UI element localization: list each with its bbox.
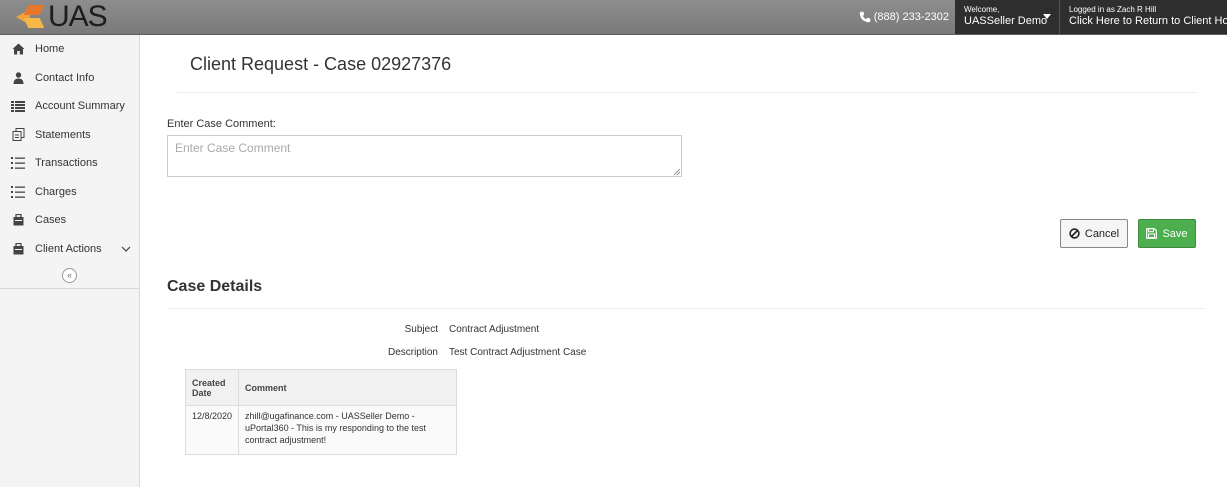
case-comment-input[interactable]: Enter Case Comment xyxy=(167,135,682,177)
save-label: Save xyxy=(1162,227,1188,240)
ban-icon xyxy=(1069,228,1080,239)
numbered-list-icon xyxy=(11,185,25,199)
description-value: Test Contract Adjustment Case xyxy=(449,347,587,358)
top-bar: UAS (888) 233-2302 Welcome, UASSeller De… xyxy=(0,0,1227,35)
sidebar-item-label: Cases xyxy=(35,214,67,227)
return-to-client-home[interactable]: Logged in as Zach R Hill Click Here to R… xyxy=(1059,0,1227,34)
subject-key: Subject xyxy=(404,324,438,335)
column-header-created-date: Created Date xyxy=(184,369,240,406)
case-icon xyxy=(11,213,25,227)
numbered-list-icon xyxy=(11,156,25,170)
case-icon xyxy=(11,242,25,256)
description-key: Description xyxy=(387,347,438,358)
list-icon xyxy=(11,99,25,113)
sidebar-item-label: Statements xyxy=(35,128,91,141)
return-home-link[interactable]: Click Here to Return to Client Home xyxy=(1069,15,1227,28)
phone-icon xyxy=(859,11,871,23)
cell-created-date: 12/8/2020 xyxy=(184,405,240,455)
table-header-row: Created Date Comment xyxy=(184,369,457,406)
page-title: Client Request - Case 02927376 xyxy=(190,54,452,74)
sidebar-item-charges[interactable]: Charges xyxy=(0,178,139,207)
documents-icon xyxy=(11,128,25,142)
cell-comment: zhill@ugafinance.com - UASSeller Demo - … xyxy=(238,405,457,455)
sidebar-item-account-summary[interactable]: Account Summary xyxy=(0,92,139,121)
sidebar-item-transactions[interactable]: Transactions xyxy=(0,149,139,178)
uas-logo[interactable]: UAS xyxy=(0,0,150,34)
phone-number: (888) 233-2302 xyxy=(859,0,955,34)
main-content: Client Request - Case 02927376 Enter Cas… xyxy=(141,35,1227,487)
sidebar-item-statements[interactable]: Statements xyxy=(0,121,139,150)
chevron-down-icon xyxy=(121,246,131,252)
case-comments-table: Created Date Comment 12/8/2020 zhill@uga… xyxy=(184,369,457,455)
sidebar-collapse-row: « xyxy=(0,263,139,289)
column-header-comment: Comment xyxy=(238,369,457,406)
resize-handle-icon[interactable] xyxy=(674,169,680,175)
sidebar: Home Contact Info Account Summary Statem… xyxy=(0,35,140,487)
sidebar-item-label: Account Summary xyxy=(35,100,125,113)
cancel-button[interactable]: Cancel xyxy=(1060,219,1128,248)
logo-mark-icon xyxy=(16,5,46,29)
detail-row-subject: Subject Contract Adjustment xyxy=(141,324,539,335)
phone-text: (888) 233-2302 xyxy=(873,11,949,23)
sidebar-item-label: Charges xyxy=(35,185,77,198)
home-icon xyxy=(11,42,25,56)
sidebar-item-client-actions[interactable]: Client Actions xyxy=(0,235,139,264)
logo-text: UAS xyxy=(48,0,108,33)
user-icon xyxy=(11,71,25,85)
sidebar-item-contact-info[interactable]: Contact Info xyxy=(0,64,139,93)
divider xyxy=(177,92,1197,93)
sidebar-item-label: Contact Info xyxy=(35,71,95,84)
case-details-heading: Case Details xyxy=(167,278,263,295)
logged-in-as: Logged in as Zach R Hill xyxy=(1069,5,1157,14)
table-row: 12/8/2020 zhill@ugafinance.com - UASSell… xyxy=(184,405,457,455)
caret-down-icon xyxy=(1043,14,1051,19)
sidebar-item-home[interactable]: Home xyxy=(0,35,139,64)
subject-value: Contract Adjustment xyxy=(449,324,540,335)
divider xyxy=(167,308,1205,309)
sidebar-item-label: Client Actions xyxy=(35,242,102,255)
sidebar-item-label: Transactions xyxy=(35,157,98,170)
cancel-label: Cancel xyxy=(1084,227,1120,240)
comment-placeholder: Enter Case Comment xyxy=(175,141,291,155)
sidebar-item-label: Home xyxy=(35,43,65,56)
detail-row-description: Description Test Contract Adjustment Cas… xyxy=(141,347,586,358)
comment-label: Enter Case Comment: xyxy=(167,118,276,130)
save-button[interactable]: Save xyxy=(1138,219,1196,248)
floppy-disk-icon xyxy=(1146,228,1158,239)
sidebar-item-cases[interactable]: Cases xyxy=(0,206,139,235)
user-menu[interactable]: Welcome, UASSeller Demo xyxy=(955,0,1059,34)
collapse-sidebar-icon[interactable]: « xyxy=(62,268,77,283)
